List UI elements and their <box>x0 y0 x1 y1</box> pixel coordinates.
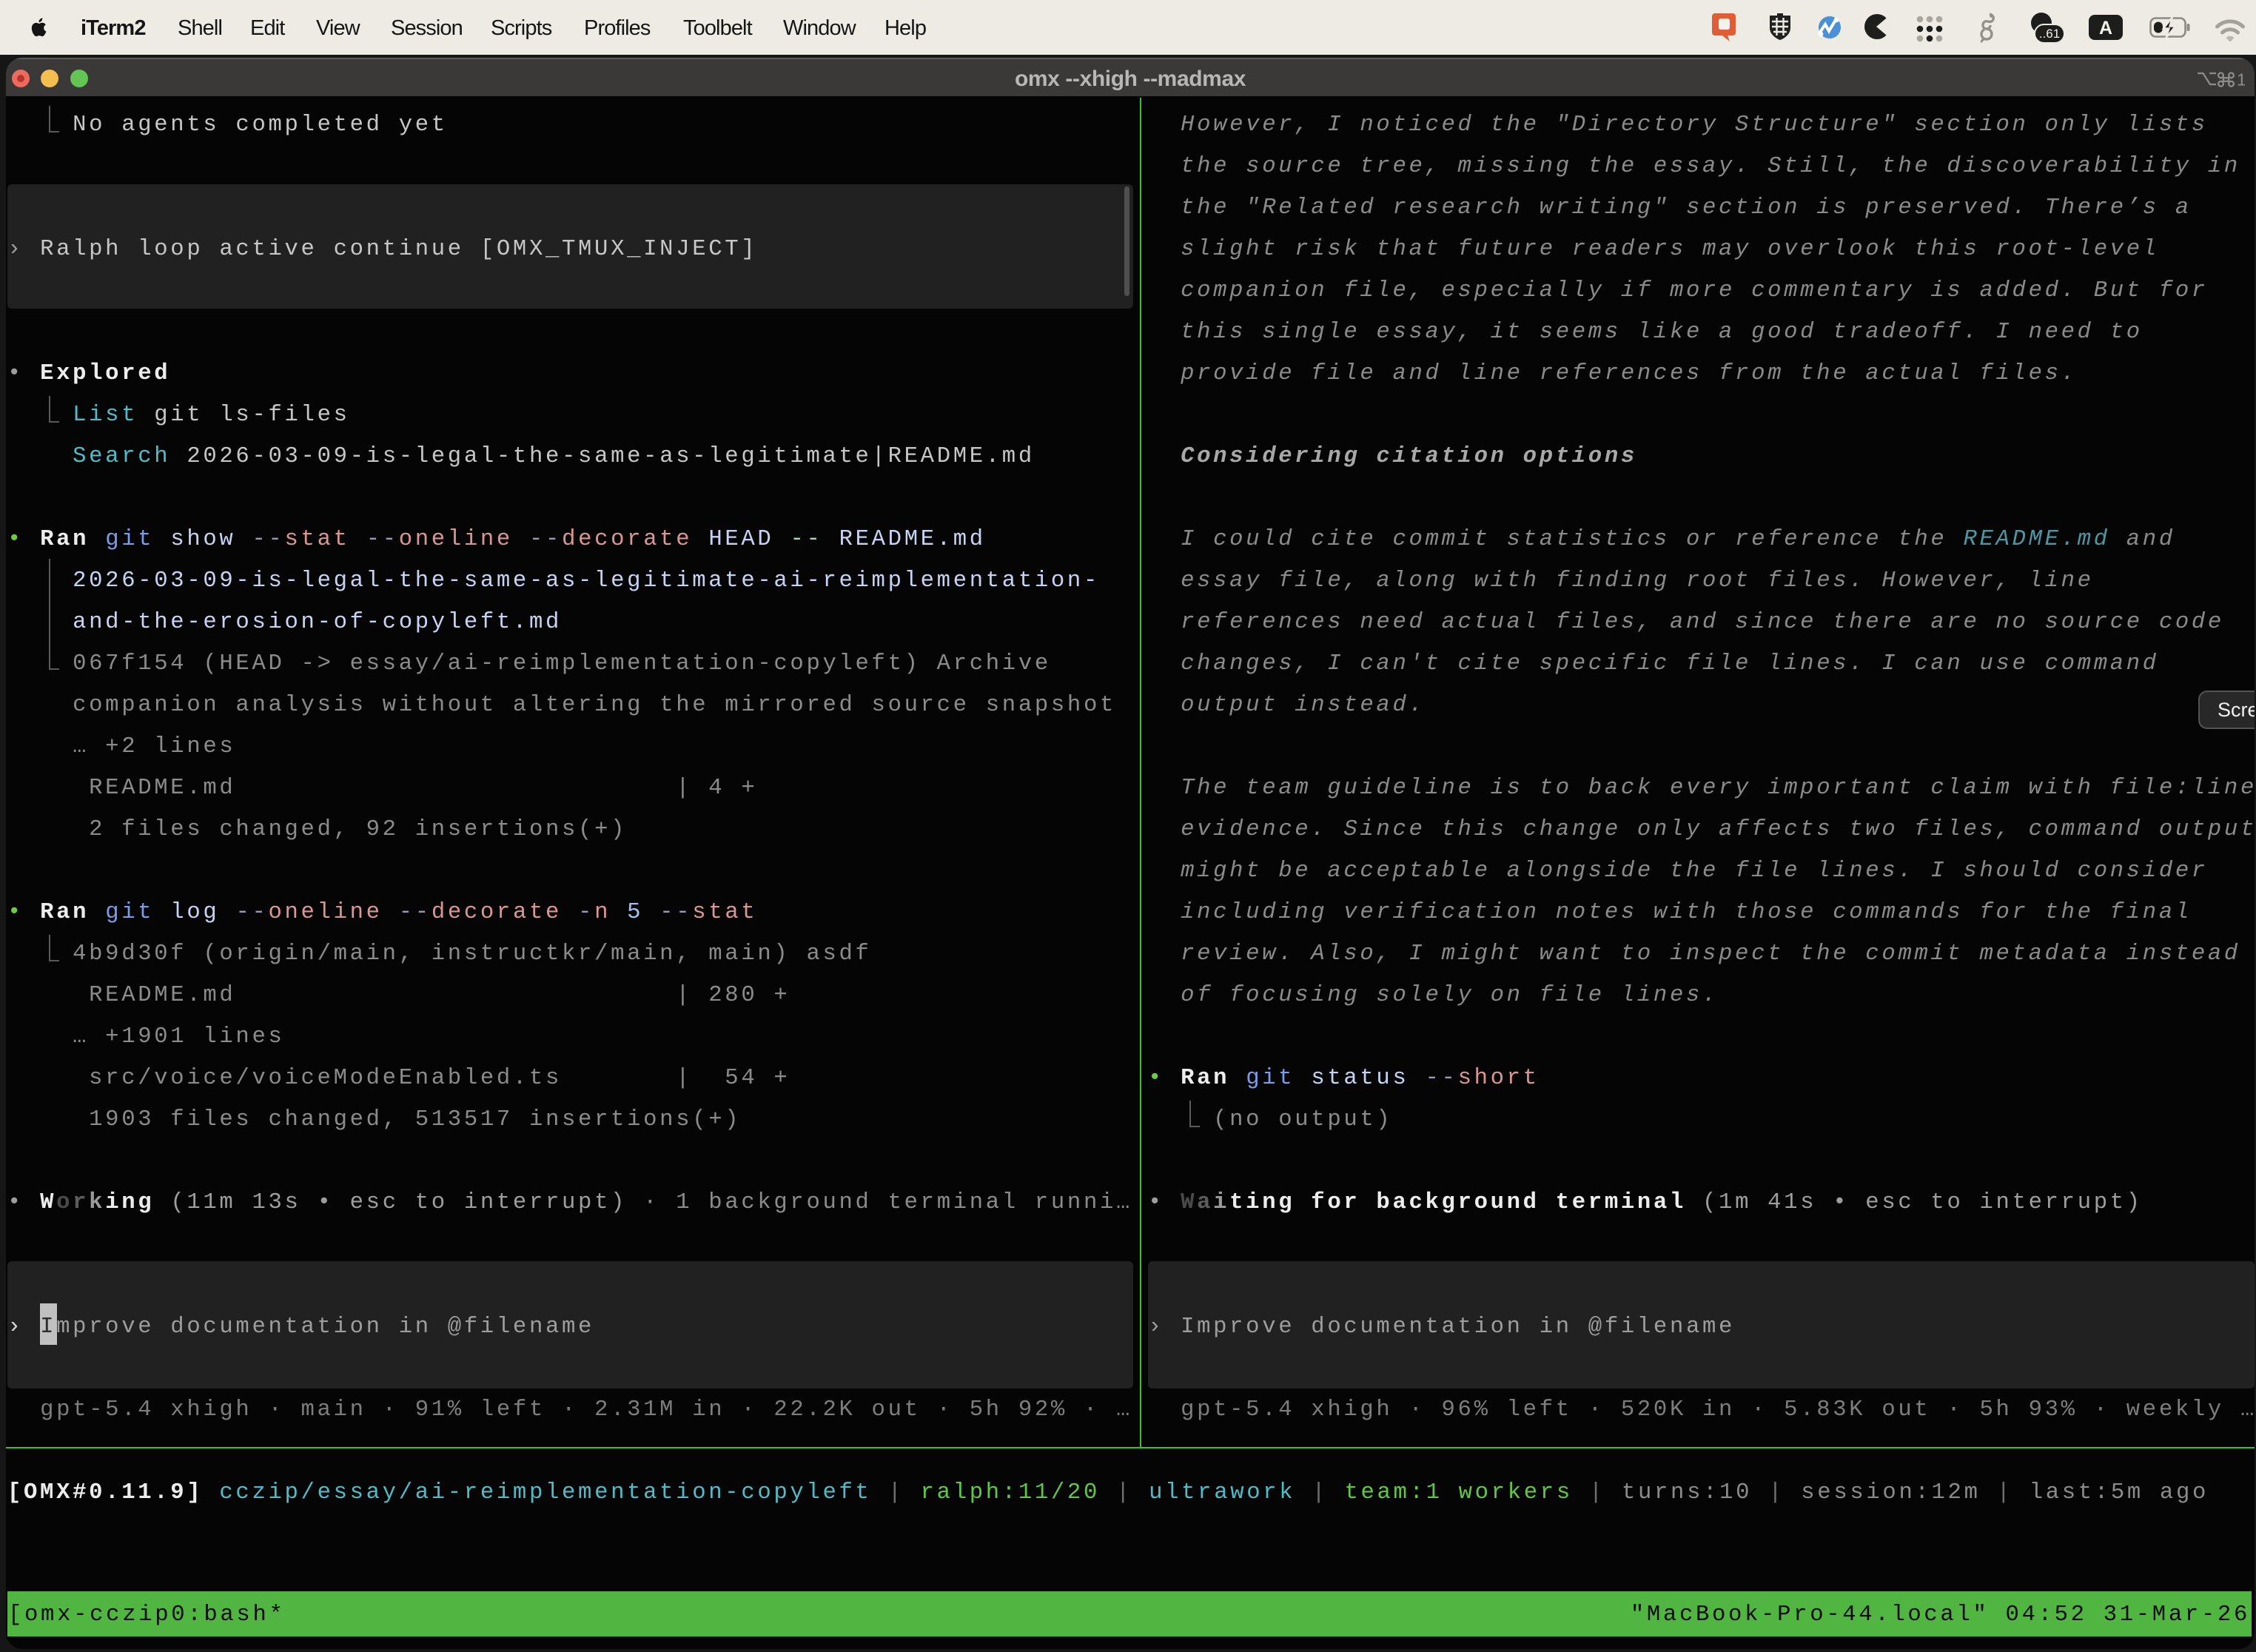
svg-text:A: A <box>2099 18 2112 38</box>
svg-text:1: 1 <box>2237 70 2245 90</box>
svg-text:..61: ..61 <box>2039 27 2060 41</box>
